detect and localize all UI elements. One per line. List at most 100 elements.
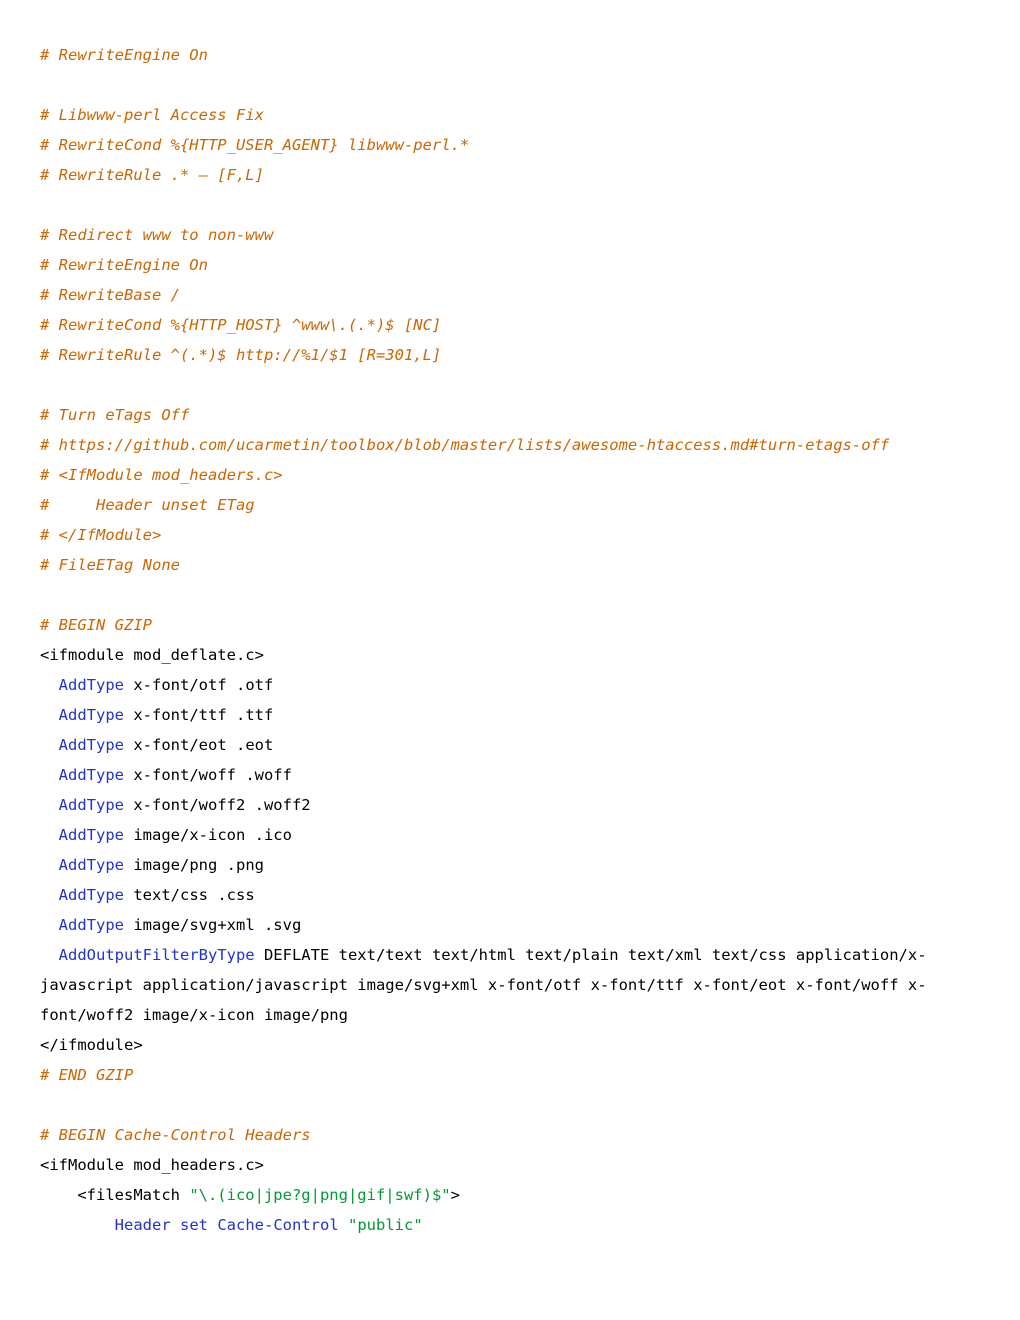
code-line: # RewriteRule .* – [F,L] <box>40 160 980 190</box>
token-tg: text/css .css <box>124 886 255 904</box>
token-kw: AddType <box>59 676 124 694</box>
code-line <box>40 1090 980 1120</box>
code-line: AddType image/svg+xml .svg <box>40 910 980 940</box>
token-tg <box>40 676 59 694</box>
code-line: AddType x-font/woff2 .woff2 <box>40 790 980 820</box>
token-tg <box>40 766 59 784</box>
code-line: # RewriteBase / <box>40 280 980 310</box>
token-c: # <IfModule mod_headers.c> <box>40 466 283 484</box>
token-tg: x-font/ttf .ttf <box>124 706 273 724</box>
token-c: # BEGIN GZIP <box>40 616 152 634</box>
code-line: AddType x-font/eot .eot <box>40 730 980 760</box>
code-line: Header set Cache-Control "public" <box>40 1210 980 1240</box>
token-c: # Turn eTags Off <box>40 406 189 424</box>
code-line: # Header unset ETag <box>40 490 980 520</box>
token-tg: x-font/eot .eot <box>124 736 273 754</box>
token-tg <box>40 1216 115 1234</box>
token-tg <box>40 886 59 904</box>
token-kw: AddType <box>59 766 124 784</box>
code-line: # Redirect www to non-www <box>40 220 980 250</box>
code-line: AddOutputFilterByType DEFLATE text/text … <box>40 940 980 1030</box>
token-kw: AddType <box>59 736 124 754</box>
code-line: # </IfModule> <box>40 520 980 550</box>
token-tg: <filesMatch <box>40 1186 189 1204</box>
code-line: # https://github.com/ucarmetin/toolbox/b… <box>40 430 980 460</box>
token-tg <box>40 916 59 934</box>
token-c: # END GZIP <box>40 1066 133 1084</box>
code-line: # BEGIN GZIP <box>40 610 980 640</box>
token-c: # RewriteEngine On <box>40 256 208 274</box>
token-p2: Cache-Control <box>217 1216 338 1234</box>
token-tg <box>40 706 59 724</box>
code-line: AddType image/x-icon .ico <box>40 820 980 850</box>
token-c: # RewriteCond %{HTTP_HOST} ^www\.(.*)$ [… <box>40 316 441 334</box>
code-block: # RewriteEngine On # Libwww-perl Access … <box>40 40 980 1240</box>
token-tg <box>40 946 59 964</box>
token-tg: x-font/otf .otf <box>124 676 273 694</box>
token-tg <box>171 1216 180 1234</box>
code-line <box>40 580 980 610</box>
code-line <box>40 70 980 100</box>
token-tg <box>339 1216 348 1234</box>
code-line: AddType x-font/ttf .ttf <box>40 700 980 730</box>
token-p2: Header <box>115 1216 171 1234</box>
code-line <box>40 370 980 400</box>
token-kw: AddOutputFilterByType <box>59 946 255 964</box>
token-c: # RewriteRule .* – [F,L] <box>40 166 264 184</box>
token-st: "public" <box>348 1216 423 1234</box>
code-line: # RewriteCond %{HTTP_USER_AGENT} libwww-… <box>40 130 980 160</box>
token-tg <box>40 856 59 874</box>
code-line: # RewriteEngine On <box>40 250 980 280</box>
code-line: AddType image/png .png <box>40 850 980 880</box>
token-c: # RewriteEngine On <box>40 46 208 64</box>
token-kw: AddType <box>59 856 124 874</box>
token-c: # Libwww-perl Access Fix <box>40 106 264 124</box>
token-c: # Redirect www to non-www <box>40 226 273 244</box>
token-tg <box>208 1216 217 1234</box>
token-tg: image/svg+xml .svg <box>124 916 301 934</box>
code-line: <ifmodule mod_deflate.c> <box>40 640 980 670</box>
token-c: # BEGIN Cache-Control Headers <box>40 1126 311 1144</box>
token-tg: image/png .png <box>124 856 264 874</box>
code-line: # Libwww-perl Access Fix <box>40 100 980 130</box>
code-line: # <IfModule mod_headers.c> <box>40 460 980 490</box>
token-kw: AddType <box>59 826 124 844</box>
token-c: # RewriteCond %{HTTP_USER_AGENT} libwww-… <box>40 136 469 154</box>
token-tg: </ifmodule> <box>40 1036 143 1054</box>
token-tg: x-font/woff2 .woff2 <box>124 796 311 814</box>
code-line: # END GZIP <box>40 1060 980 1090</box>
token-tg <box>40 796 59 814</box>
token-tg <box>40 826 59 844</box>
token-tg: image/x-icon .ico <box>124 826 292 844</box>
token-kw: AddType <box>59 706 124 724</box>
token-kw: AddType <box>59 796 124 814</box>
token-p2: set <box>180 1216 208 1234</box>
token-c: # RewriteRule ^(.*)$ http://%1/$1 [R=301… <box>40 346 441 364</box>
code-line: # Turn eTags Off <box>40 400 980 430</box>
code-line: # BEGIN Cache-Control Headers <box>40 1120 980 1150</box>
code-line: # FileETag None <box>40 550 980 580</box>
token-tg: x-font/woff .woff <box>124 766 292 784</box>
token-c: # </IfModule> <box>40 526 161 544</box>
token-tg <box>40 736 59 754</box>
code-line: # RewriteRule ^(.*)$ http://%1/$1 [R=301… <box>40 340 980 370</box>
token-tg: <ifModule mod_headers.c> <box>40 1156 264 1174</box>
code-line: AddType x-font/otf .otf <box>40 670 980 700</box>
code-line: AddType text/css .css <box>40 880 980 910</box>
token-kw: AddType <box>59 916 124 934</box>
token-c: # https://github.com/ucarmetin/toolbox/b… <box>40 436 889 454</box>
code-line: # RewriteCond %{HTTP_HOST} ^www\.(.*)$ [… <box>40 310 980 340</box>
code-line: <filesMatch "\.(ico|jpe?g|png|gif|swf)$"… <box>40 1180 980 1210</box>
token-c: # RewriteBase / <box>40 286 180 304</box>
code-line: AddType x-font/woff .woff <box>40 760 980 790</box>
code-line: <ifModule mod_headers.c> <box>40 1150 980 1180</box>
token-tg: <ifmodule mod_deflate.c> <box>40 646 264 664</box>
token-tg: > <box>451 1186 460 1204</box>
code-line <box>40 190 980 220</box>
code-line: # RewriteEngine On <box>40 40 980 70</box>
token-c: # Header unset ETag <box>40 496 255 514</box>
code-line: </ifmodule> <box>40 1030 980 1060</box>
token-kw: AddType <box>59 886 124 904</box>
token-c: # FileETag None <box>40 556 180 574</box>
token-st: "\.(ico|jpe?g|png|gif|swf)$" <box>189 1186 450 1204</box>
